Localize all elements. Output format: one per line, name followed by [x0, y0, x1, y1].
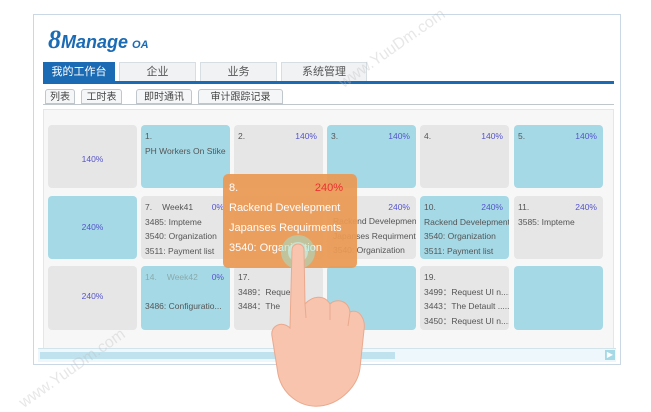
- cell-task: 3511: Payment list: [145, 245, 215, 256]
- cell-task: 3486: Configuratio...: [145, 300, 222, 311]
- subtab-instant-messaging[interactable]: 即时通讯: [136, 89, 192, 104]
- cell-task: PH Workers On Stike: [145, 145, 226, 156]
- cell-task: 3485: Impteme: [145, 216, 202, 227]
- cell-percent: 240%: [388, 202, 410, 212]
- cell-percent: 240%: [81, 222, 104, 232]
- cell-percent: 240%: [575, 202, 597, 212]
- calendar-cell[interactable]: 7. Week41 0% 3485: Impteme 3540: Organiza…: [141, 196, 230, 259]
- calendar-cell[interactable]: 5. 140%: [514, 125, 603, 188]
- tab-workbench[interactable]: 我的工作台: [43, 62, 115, 81]
- cell-percent: 240%: [481, 202, 503, 212]
- cell-task: 3450：Request UI n.....: [424, 315, 509, 326]
- app-logo: 8Manage OA: [48, 25, 149, 55]
- calendar-cell[interactable]: 4. 140%: [420, 125, 509, 188]
- cell-percent: 140%: [388, 131, 410, 141]
- scroll-right-icon[interactable]: ▶: [605, 350, 615, 360]
- tab-underline: [43, 81, 614, 84]
- pointing-hand-icon: [271, 235, 365, 407]
- cell-task: 3585: Impteme: [518, 216, 575, 227]
- cell-percent: 240%: [314, 182, 343, 194]
- tab-business[interactable]: 业务: [200, 62, 277, 81]
- logo-digit: 8: [48, 25, 61, 54]
- cell-number: 19.: [424, 272, 436, 282]
- cell-week: Week41: [162, 202, 194, 212]
- calendar-cell[interactable]: 1. PH Workers On Stike: [141, 125, 230, 188]
- cell-week: Week42: [166, 272, 198, 282]
- cell-percent: 0%: [211, 272, 224, 282]
- cell-number: 7.: [145, 202, 153, 212]
- calendar-cell[interactable]: [514, 266, 603, 330]
- calendar-cell[interactable]: 140%: [48, 125, 137, 188]
- cell-number: 14.: [145, 272, 157, 282]
- calendar-cell[interactable]: 10. 240% Rackend Develepment 3540: Organ…: [420, 196, 509, 259]
- tab-enterprise[interactable]: 企业: [119, 62, 196, 81]
- cell-task: Rackend Develepment: [229, 202, 341, 214]
- cell-task: 3540: Organization: [424, 231, 496, 241]
- logo-name: Manage: [61, 32, 129, 52]
- subtab-divider: [43, 104, 614, 105]
- calendar-cell[interactable]: 14. Week42 0% 3486: Configuratio...: [141, 266, 230, 330]
- cell-percent: 140%: [481, 131, 503, 141]
- cell-number: 1.: [145, 131, 153, 141]
- cell-percent: 140%: [575, 131, 597, 141]
- cell-task: Rackend Develepment: [424, 216, 509, 227]
- calendar-cell[interactable]: 240%: [48, 266, 137, 330]
- cell-percent: 140%: [295, 131, 317, 141]
- cell-percent: 240%: [81, 291, 104, 301]
- cell-task: 3540: Organization: [145, 231, 217, 241]
- subtab-timesheet[interactable]: 工时表: [81, 89, 122, 104]
- subtab-audit-trail[interactable]: 审计跟踪记录: [198, 89, 283, 104]
- calendar-cell[interactable]: 19. 3499：Request UI n..... 3443：The Deta…: [420, 266, 509, 330]
- logo-suffix: OA: [132, 39, 149, 51]
- cell-task: 3443：The Detault .....: [424, 301, 509, 311]
- cell-task: 3499：Request UI n.....: [424, 286, 509, 297]
- calendar-cell[interactable]: 11. 240% 3585: Impteme: [514, 196, 603, 259]
- subtab-list[interactable]: 列表: [45, 89, 75, 104]
- calendar-cell[interactable]: 240%: [48, 196, 137, 259]
- cell-task: 3511: Payment list: [424, 245, 494, 256]
- cell-percent: 140%: [81, 154, 104, 164]
